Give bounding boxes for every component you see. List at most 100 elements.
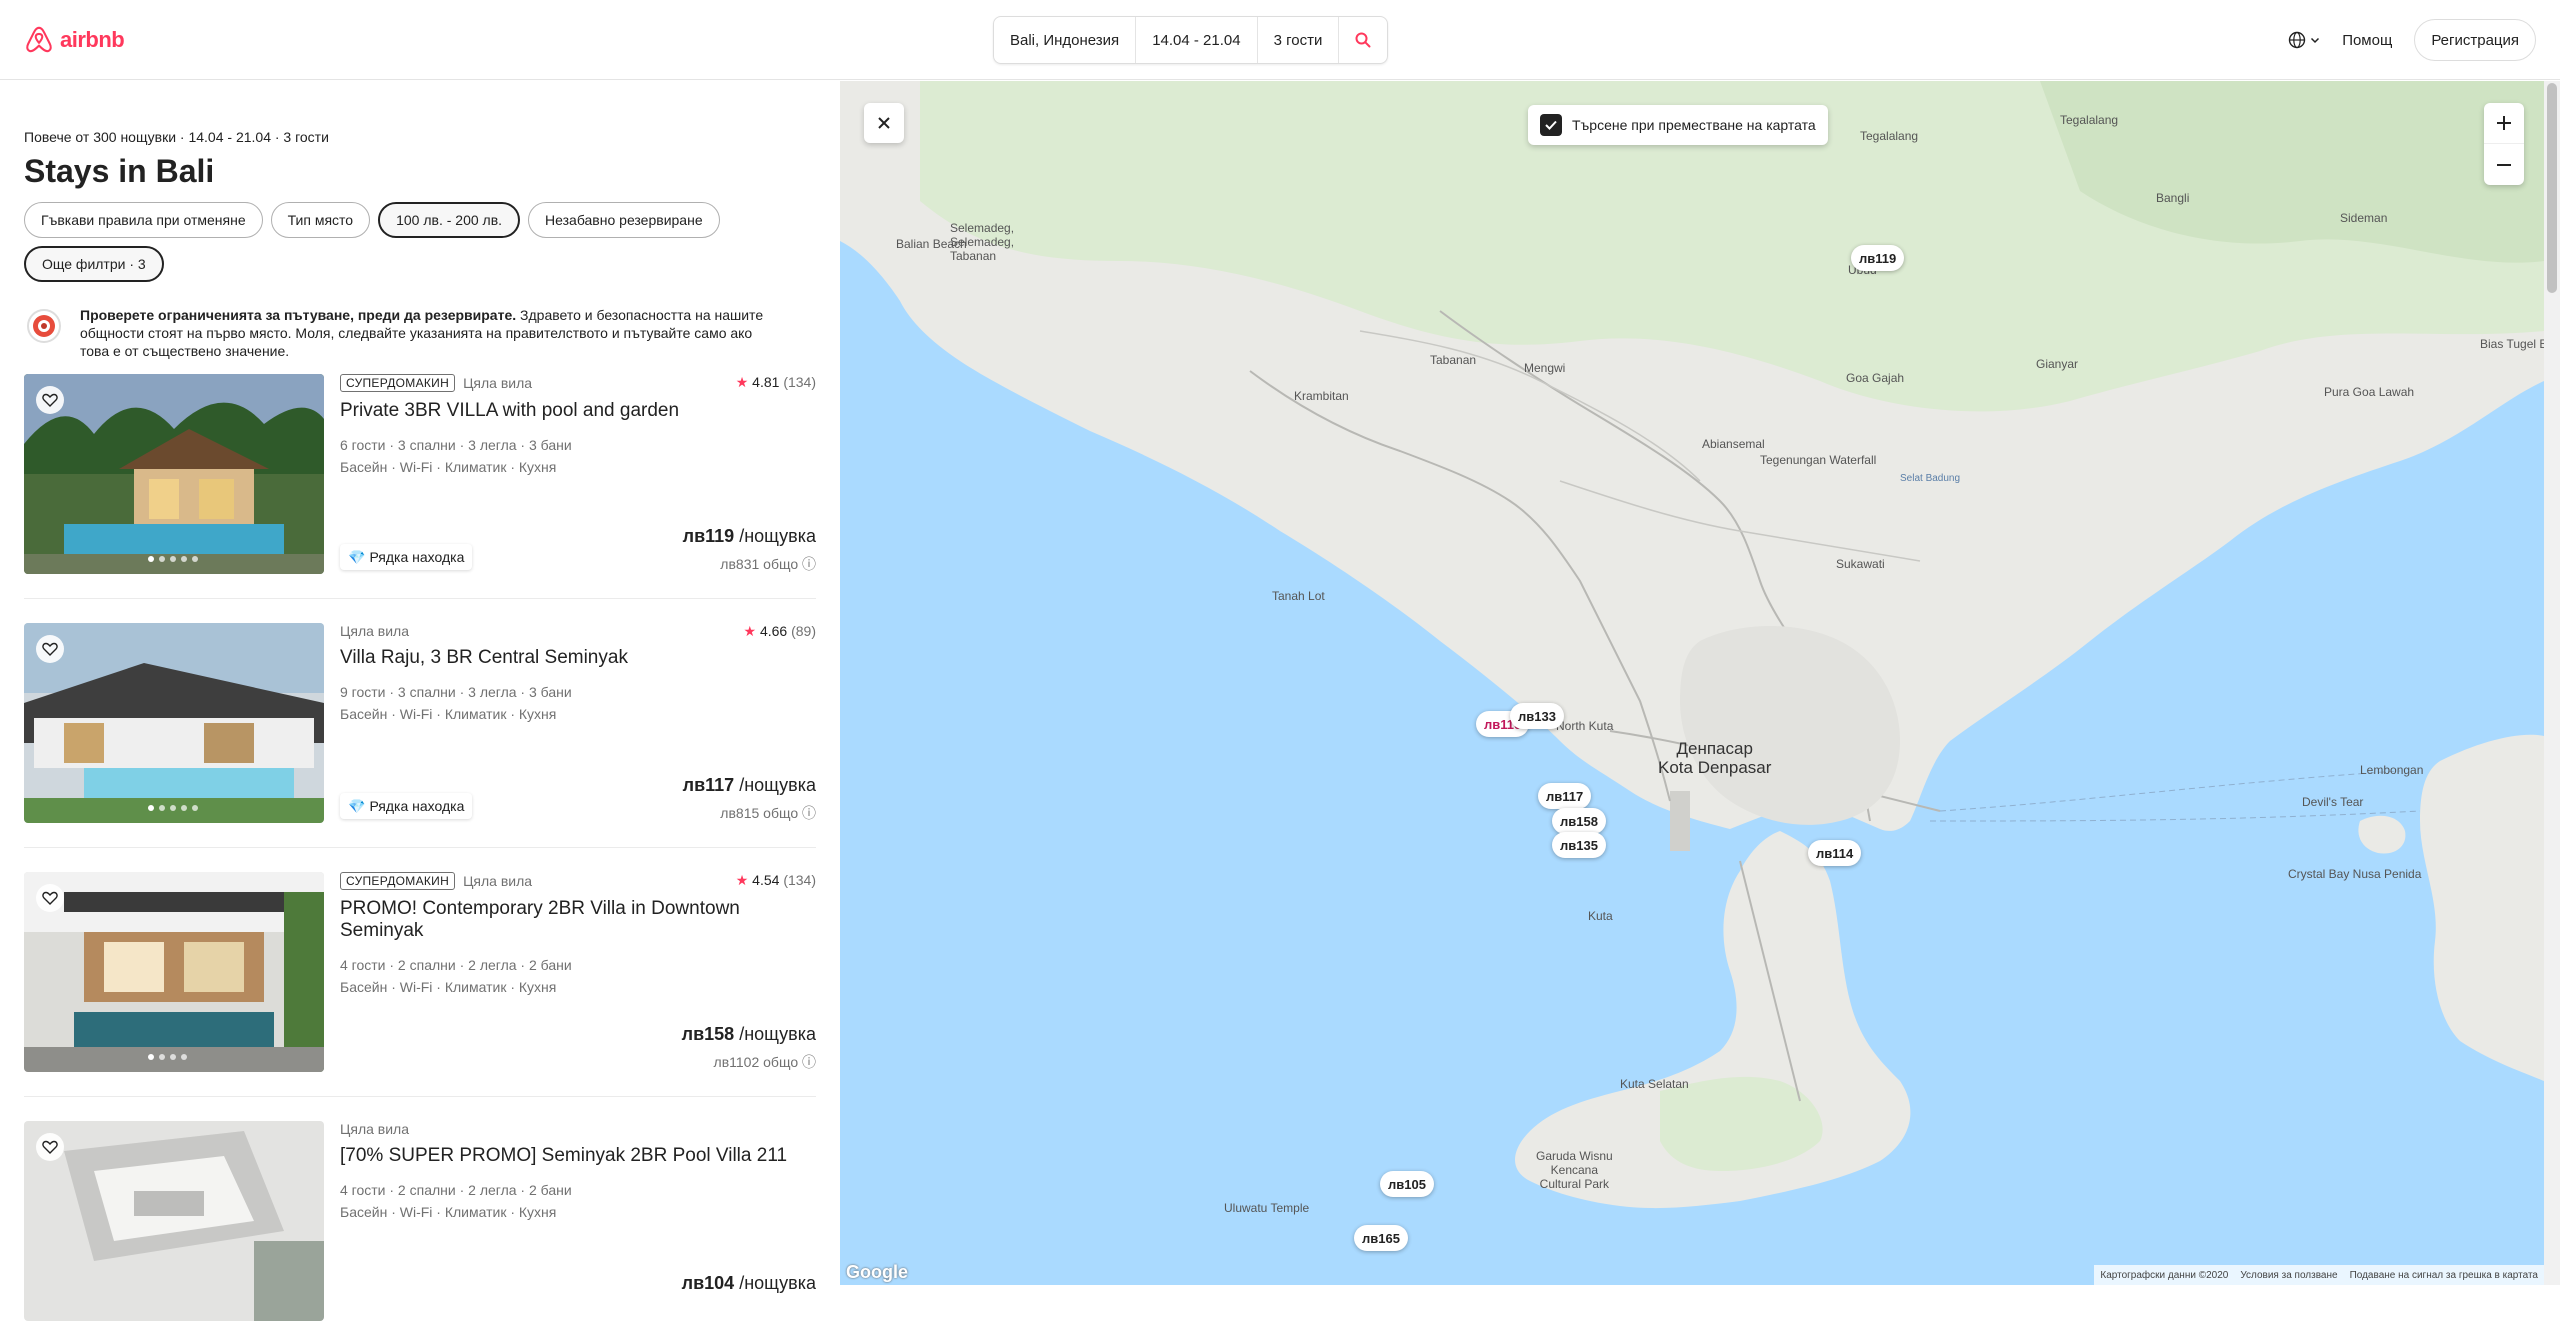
place-label: Gianyar — [2036, 357, 2079, 371]
alert-badge-icon — [27, 309, 61, 343]
price-pin[interactable]: лв117 — [1538, 783, 1592, 809]
zoom-in-button[interactable] — [2484, 103, 2524, 144]
listing-total[interactable]: лв831 общо ⓘ — [720, 554, 816, 574]
price-pin[interactable]: лв133 — [1510, 703, 1564, 729]
search-on-move-toggle[interactable]: Търсене при преместване на картата — [1528, 105, 1828, 145]
terms-link[interactable]: Условия за ползване — [2240, 1270, 2337, 1281]
filter-more[interactable]: Още филтри · 3 — [24, 246, 164, 282]
place-label: Tegalalang — [1860, 129, 1919, 143]
help-link[interactable]: Помощ — [2342, 32, 2392, 49]
listing-capacity: 4 гости · 2 спални · 2 легла · 2 бани — [340, 957, 572, 973]
place-label: Kuta — [1588, 909, 1613, 923]
minus-icon — [2497, 163, 2511, 166]
divider — [24, 1096, 816, 1097]
listing-title[interactable]: PROMO! Contemporary 2BR Villa in Downtow… — [340, 898, 816, 942]
airbnb-logo[interactable]: airbnb — [24, 24, 125, 56]
price-pin[interactable]: лв158 — [1552, 808, 1606, 834]
place-label: Abiansemal — [1702, 437, 1765, 451]
place-label: Lembongan — [2360, 763, 2424, 777]
villa-photo — [24, 623, 324, 823]
listing-amenities: Басейн · Wi-Fi · Климатик · Кухня — [340, 706, 557, 722]
listing-card[interactable]: Цяла вила [70% SUPER PROMO] Seminyak 2BR… — [24, 1121, 816, 1321]
save-heart-button[interactable] — [36, 884, 64, 912]
register-button[interactable]: Регистрация — [2414, 19, 2536, 61]
search-location[interactable]: Bali, Индонезия — [994, 17, 1137, 63]
place-label: Tabanan — [1430, 353, 1477, 367]
listing-total[interactable]: лв1102 общо ⓘ — [714, 1052, 816, 1072]
google-logo: Google — [846, 1262, 908, 1282]
filter-price[interactable]: 100 лв. - 200 лв. — [378, 202, 521, 238]
listing-price: лв117 /нощувка — [682, 775, 816, 795]
water-label: Selat Badung — [1900, 473, 1961, 484]
listing-rating: ★ 4.66 (89) — [743, 623, 817, 639]
top-header: airbnb Bali, Индонезия 14.04 - 21.04 3 г… — [0, 0, 2560, 80]
search-bar[interactable]: Bali, Индонезия 14.04 - 21.04 3 гости — [993, 16, 1388, 64]
listing-capacity: 4 гости · 2 спални · 2 легла · 2 бани — [340, 1182, 572, 1198]
close-map-button[interactable] — [864, 103, 904, 143]
save-heart-button[interactable] — [36, 386, 64, 414]
filter-cancellation[interactable]: Гъвкави правила при отменяне — [24, 202, 263, 238]
listing-rating: ★ 4.54 (134) — [735, 872, 816, 888]
save-heart-button[interactable] — [36, 1133, 64, 1161]
superhost-badge: СУПЕРДОМАКИН — [340, 872, 456, 890]
page-title: Stays in Bali — [24, 153, 215, 189]
place-label: Bias Tugel Be — [2480, 337, 2544, 351]
page-scrollbar[interactable] — [2544, 81, 2560, 1285]
results-summary: Повече от 300 нощувки · 14.04 - 21.04 · … — [24, 129, 329, 145]
listing-title[interactable]: Private 3BR VILLA with pool and garden — [340, 400, 816, 422]
listing-type: Цяла вила — [340, 623, 409, 639]
logo-text: airbnb — [60, 27, 125, 52]
close-icon — [878, 117, 890, 129]
search-guests[interactable]: 3 гости — [1258, 17, 1339, 63]
listing-photo[interactable] — [24, 1121, 324, 1321]
price-pin[interactable]: лв119 — [1851, 245, 1905, 271]
place-label: Goa Gajah — [1846, 371, 1905, 385]
report-error-link[interactable]: Подаване на сигнал за грешка в картата — [2350, 1270, 2538, 1281]
listing-total[interactable]: лв815 общо ⓘ — [720, 803, 816, 823]
filter-instant-book[interactable]: Незабавно резервиране — [528, 202, 720, 238]
place-label: Selemadeg, Selemadeg, Tabanan — [950, 221, 1015, 263]
divider — [24, 847, 816, 848]
place-label: Kuta Selatan — [1620, 1077, 1689, 1091]
search-on-move-label: Търсене при преместване на картата — [1572, 117, 1816, 133]
listing-photo[interactable] — [24, 374, 324, 574]
city-label: Денпасар Kota Denpasar — [1658, 739, 1772, 777]
price-pin[interactable]: лв105 — [1380, 1171, 1434, 1197]
listing-card[interactable]: СУПЕРДОМАКИН Цяла вила ★ 4.81 (134) Priv… — [24, 374, 816, 574]
scrollbar-thumb[interactable] — [2547, 83, 2557, 293]
photo-pagination — [148, 1054, 187, 1060]
filter-bar: Гъвкави правила при отменяне Тип място 1… — [24, 202, 784, 282]
listing-amenities: Басейн · Wi-Fi · Климатик · Кухня — [340, 979, 557, 995]
listing-title[interactable]: [70% SUPER PROMO] Seminyak 2BR Pool Vill… — [340, 1145, 816, 1167]
chevron-down-icon — [2311, 37, 2320, 44]
search-dates[interactable]: 14.04 - 21.04 — [1136, 17, 1258, 63]
price-pin[interactable]: лв165 — [1354, 1225, 1408, 1251]
notice-title[interactable]: Проверете ограниченията за пътуване, пре… — [80, 307, 516, 323]
listing-amenities: Басейн · Wi-Fi · Климатик · Кухня — [340, 1204, 557, 1220]
listing-card[interactable]: Цяла вила ★ 4.66 (89) Villa Raju, 3 BR C… — [24, 623, 816, 823]
listing-photo[interactable] — [24, 872, 324, 1072]
map-panel[interactable]: Tegalalang Tegalalang Bangli Sideman Bal… — [840, 81, 2544, 1285]
price-pin[interactable]: лв135 — [1552, 832, 1606, 858]
listing-card[interactable]: СУПЕРДОМАКИН Цяла вила ★ 4.54 (134) PROM… — [24, 872, 816, 1072]
listing-title[interactable]: Villa Raju, 3 BR Central Seminyak — [340, 647, 816, 669]
search-icon — [1355, 32, 1371, 48]
filter-place-type[interactable]: Тип място — [270, 202, 371, 238]
checkbox-checked[interactable] — [1540, 114, 1562, 136]
search-button[interactable] — [1338, 17, 1386, 63]
place-label: Devil's Tear — [2302, 795, 2364, 809]
price-pin[interactable]: лв114 — [1808, 840, 1862, 866]
listing-price: лв158 /нощувка — [681, 1024, 816, 1044]
photo-pagination — [148, 556, 198, 562]
listing-photo[interactable] — [24, 623, 324, 823]
diamond-icon: 💎 — [348, 797, 366, 814]
divider — [24, 598, 816, 599]
map-attribution: Картографски данни ©2020 Условия за полз… — [2094, 1265, 2544, 1285]
zoom-out-button[interactable] — [2484, 144, 2524, 185]
map-data-credit: Картографски данни ©2020 — [2100, 1269, 2229, 1281]
language-selector[interactable] — [2288, 31, 2320, 49]
globe-icon — [2288, 31, 2306, 49]
listing-capacity: 9 гости · 3 спални · 3 легла · 3 бани — [340, 684, 572, 700]
save-heart-button[interactable] — [36, 635, 64, 663]
place-label: Sideman — [2340, 211, 2388, 225]
